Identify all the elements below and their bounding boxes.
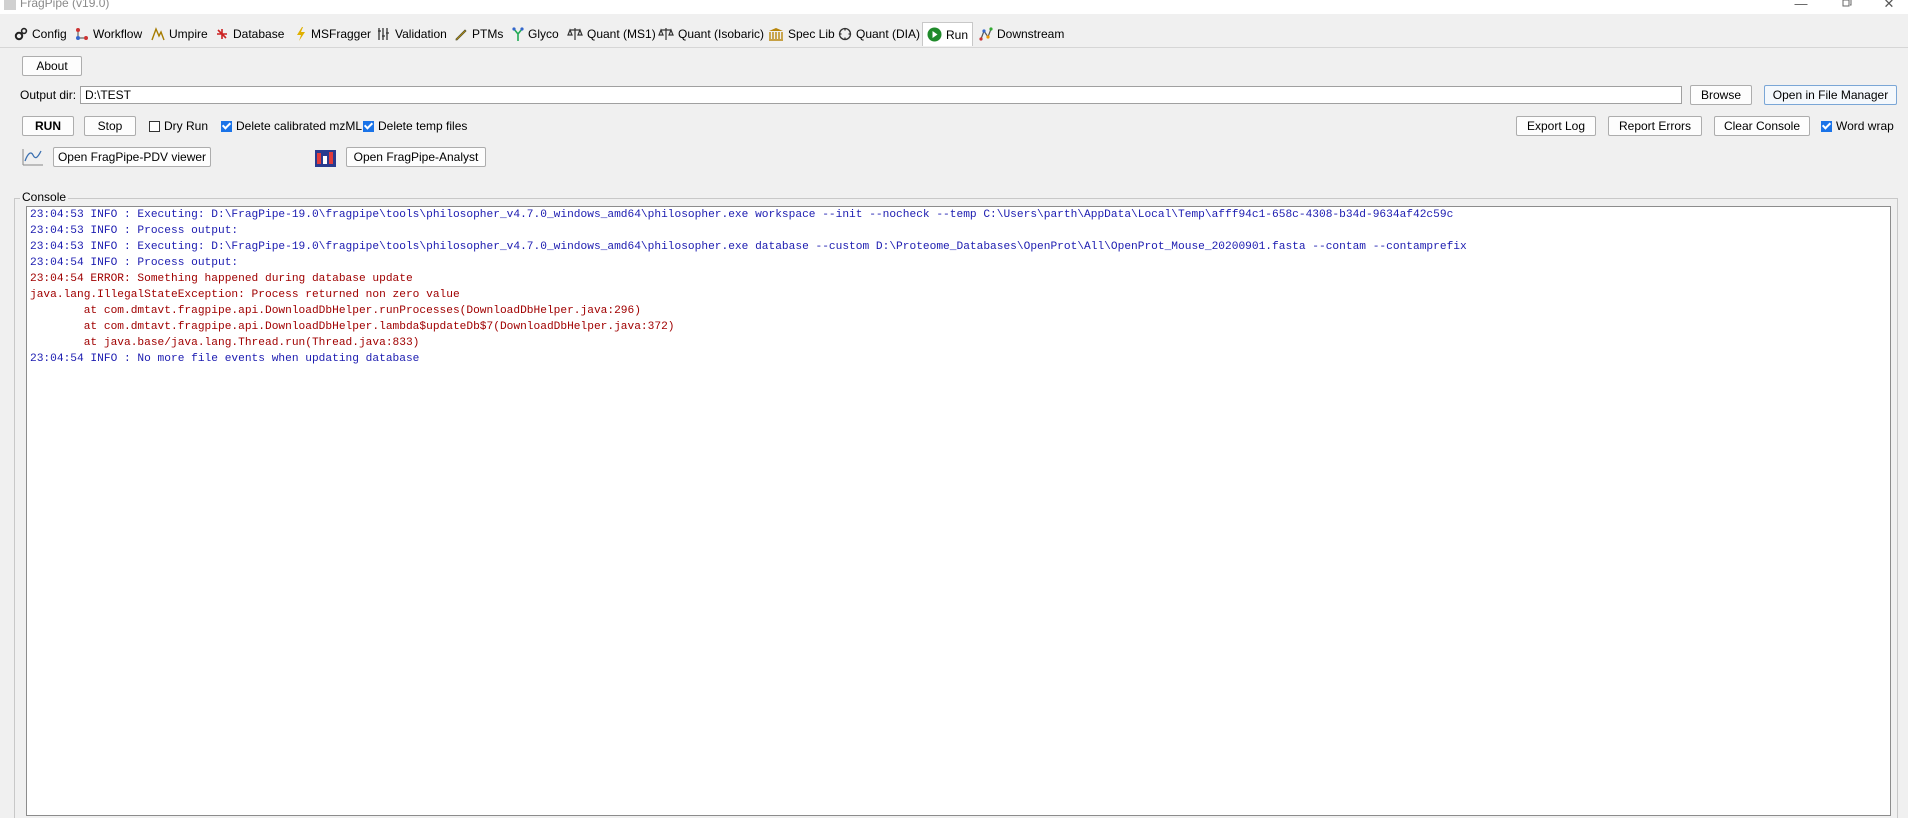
tab-quant-isobaric[interactable]: Quant (Isobaric) [654,24,768,44]
output-dir-label: Output dir: [20,88,77,102]
tab-ptms[interactable]: PTMs [450,24,507,44]
tab-label: Run [946,27,969,42]
tab-msfragger[interactable]: MSFragger [291,24,375,44]
delete-calibrated-mzml-box[interactable] [221,120,232,132]
minimize-button[interactable]: — [1778,0,1824,14]
console-line: 23:04:54 INFO : Process output: [30,257,239,269]
tab-divider [0,47,1908,48]
tab-label: Downstream [997,27,1065,41]
tab-umpire[interactable]: Umpire [147,24,212,44]
database-icon [217,29,227,39]
console-line: java.lang.IllegalStateException: Process… [30,289,460,301]
word-wrap-checkbox[interactable]: Word wrap [1821,119,1894,133]
ptms-icon [455,29,467,41]
console-line: 23:04:54 INFO : No more file events when… [30,353,420,365]
dry-run-box[interactable] [149,120,160,132]
tab-label: Validation [395,27,447,41]
tab-label: Quant (MS1) [587,27,656,41]
tab-quant-ms1[interactable]: Quant (MS1) [563,24,660,44]
tab-validation[interactable]: Validation [373,24,451,44]
console-line: 23:04:53 INFO : Process output: [30,225,239,237]
delete-calibrated-mzml-checkbox[interactable]: Delete calibrated mzML [221,119,362,133]
open-file-manager-button[interactable]: Open in File Manager [1764,85,1897,105]
export-log-button[interactable]: Export Log [1516,116,1596,136]
stop-button[interactable]: Stop [84,116,136,136]
tab-workflow[interactable]: Workflow [71,24,146,44]
tab-label: Glyco [528,27,559,41]
dry-run-label: Dry Run [164,119,209,133]
word-wrap-box[interactable] [1821,120,1832,132]
play-icon [927,27,942,42]
restore-icon [1842,0,1852,7]
tab-config[interactable]: Config [10,24,71,44]
console-output[interactable]: 23:04:53 INFO : Executing: D:\FragPipe-1… [26,206,1891,816]
tab-run[interactable]: Run [922,22,974,46]
dry-run-checkbox[interactable]: Dry Run [149,119,208,133]
delete-calibrated-mzml-label: Delete calibrated mzML [236,119,363,133]
run-button[interactable]: RUN [22,116,74,136]
console-line: 23:04:54 ERROR: Something happened durin… [30,273,413,285]
title-bar: FragPipe (v19.0) — ✕ [0,0,1908,14]
tab-quant-dia[interactable]: Quant (DIA) [834,24,924,44]
open-fragpipe-analyst-button[interactable]: Open FragPipe-Analyst [346,147,486,167]
console-title: Console [20,190,69,204]
output-dir-input[interactable]: D:\TEST [80,86,1682,104]
validation-icon [378,28,389,40]
tab-database[interactable]: Database [211,24,288,44]
tab-label: Quant (Isobaric) [678,27,765,41]
dia-icon [838,27,852,41]
delete-temp-files-label: Delete temp files [378,119,468,133]
tab-label: MSFragger [311,27,372,41]
tab-spec-lib[interactable]: Spec Lib [764,24,839,44]
scale-icon [567,28,583,40]
tab-label: Workflow [93,27,143,41]
delete-temp-files-checkbox[interactable]: Delete temp files [363,119,467,133]
report-errors-button[interactable]: Report Errors [1608,116,1702,136]
window-title: FragPipe (v19.0) [20,0,110,10]
word-wrap-label: Word wrap [1836,119,1894,133]
downstream-icon [979,27,993,41]
maximize-button[interactable] [1824,0,1870,14]
library-icon [769,28,783,41]
about-button[interactable]: About [22,56,82,76]
tab-glyco[interactable]: Glyco [508,24,563,44]
tab-downstream[interactable]: Downstream [975,24,1068,44]
glyco-icon [512,27,524,41]
fragpipe-logo-icon [4,0,16,10]
msfragger-icon [297,27,305,41]
tab-label: Quant (DIA) [856,27,921,41]
scale-icon [658,28,674,40]
tab-label: Umpire [169,27,208,41]
console-line: 23:04:53 INFO : Executing: D:\FragPipe-1… [30,241,1467,253]
open-pdv-viewer-button[interactable]: Open FragPipe-PDV viewer [53,147,211,167]
console-line: at com.dmtavt.fragpipe.api.DownloadDbHel… [30,305,641,317]
tab-label: PTMs [472,27,504,41]
console-line: at com.dmtavt.fragpipe.api.DownloadDbHel… [30,321,675,333]
console-line: at java.base/java.lang.Thread.run(Thread… [30,337,420,349]
umpire-icon [151,27,165,41]
console-line: 23:04:53 INFO : Executing: D:\FragPipe-1… [30,209,1454,221]
workflow-icon [76,28,88,40]
tab-label: Spec Lib [788,27,835,41]
browse-button[interactable]: Browse [1690,85,1752,105]
clear-console-button[interactable]: Clear Console [1714,116,1810,136]
tab-label: Config [32,27,67,41]
tab-label: Database [233,27,285,41]
gears-icon [14,27,28,41]
tab-strip: Config Workflow Umpire Database MSFragge… [0,14,1908,47]
pdv-viewer-icon [22,149,43,166]
delete-temp-files-box[interactable] [363,120,374,132]
fragpipe-analyst-icon [315,150,336,167]
close-window-button[interactable]: ✕ [1866,0,1908,14]
